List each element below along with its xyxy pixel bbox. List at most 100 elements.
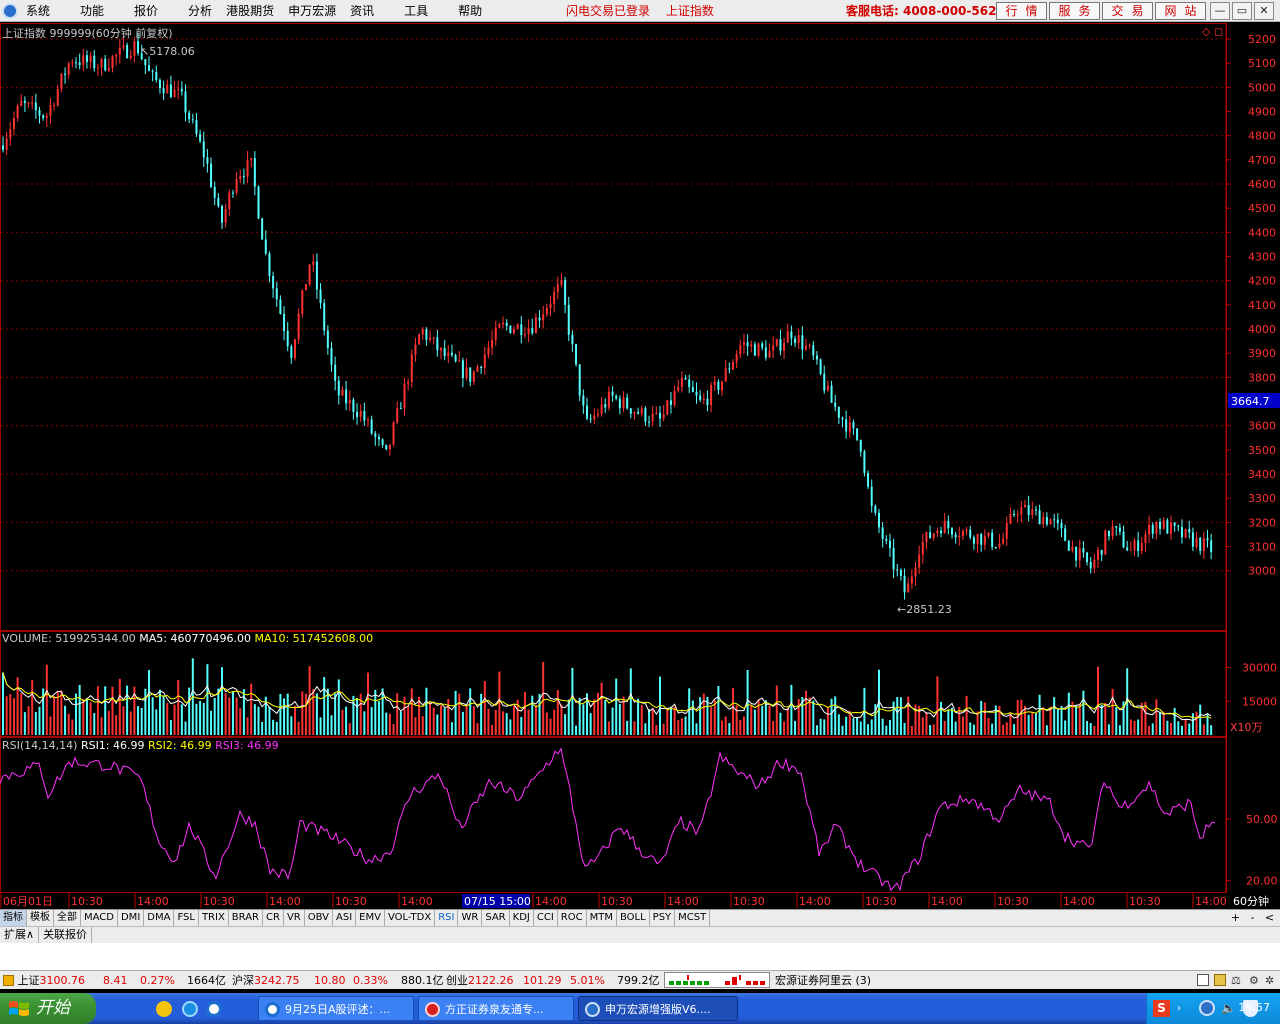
tab-expand[interactable]: 扩展∧	[0, 927, 40, 943]
quicklaunch-qq-icon[interactable]	[156, 1001, 172, 1017]
tray-arrow-icon[interactable]: ›	[1177, 1003, 1181, 1014]
candle-body	[42, 115, 45, 118]
volume-bar	[476, 723, 479, 735]
tab-dma[interactable]: DMA	[144, 910, 175, 926]
volume-bar	[440, 705, 442, 735]
gear-icon[interactable]: ⚙	[1249, 973, 1261, 987]
tab-vr[interactable]: VR	[284, 910, 305, 926]
taskbar-item-shenwan[interactable]: 申万宏源增强版V6....	[578, 996, 738, 1021]
settings-icon[interactable]: ✲	[1265, 973, 1277, 987]
volume-bar	[976, 711, 979, 735]
market-breadth-icon[interactable]	[664, 972, 770, 988]
tab-related-quotes[interactable]: 关联报价	[39, 927, 93, 943]
chart-canvas[interactable]: 5200 5100 5000 4900 4800 4700 4600 4500 4400 4300…	[0, 23, 1280, 893]
tab-sar[interactable]: SAR	[482, 910, 510, 926]
status-hs[interactable]: 沪深3242.75	[232, 973, 300, 988]
candle-body	[899, 570, 902, 576]
volume-bar	[228, 697, 231, 735]
chart-area[interactable]: 5200 5100 5000 4900 4800 4700 4600 4500 4400 4300…	[0, 23, 1280, 893]
candle-body	[1060, 523, 1063, 529]
tab-vol-tdx[interactable]: VOL-TDX	[385, 910, 436, 926]
sogou-icon[interactable]: S	[1153, 1000, 1170, 1017]
tab-boll[interactable]: BOLL	[617, 910, 650, 926]
volume-bar	[173, 704, 176, 735]
status-cy[interactable]: 创业2122.26	[446, 973, 514, 988]
volume-bar	[275, 721, 278, 735]
restore-icon[interactable]: ▭	[1232, 2, 1252, 20]
tab-cr[interactable]: CR	[263, 910, 284, 926]
tab-emv[interactable]: EMV	[356, 910, 385, 926]
tab-macd[interactable]: MACD	[81, 910, 118, 926]
main-chart-title: 上证指数 999999(60分钟 前复权)	[2, 25, 173, 41]
scale-icon[interactable]: ⚖	[1231, 973, 1243, 987]
menu-analysis[interactable]: 分析	[188, 0, 212, 22]
tab-cci[interactable]: CCI	[534, 910, 558, 926]
menu-function[interactable]: 功能	[80, 0, 104, 22]
candle-body	[845, 419, 848, 432]
tab-obv[interactable]: OBV	[305, 910, 333, 926]
tab-asi[interactable]: ASI	[333, 910, 357, 926]
menu-quote[interactable]: 报价	[134, 0, 158, 22]
scroll-left-icon[interactable]: <	[1262, 910, 1277, 926]
menu-news[interactable]: 资讯	[350, 0, 374, 22]
trade-button[interactable]: 交易	[1102, 2, 1153, 20]
volume-bar	[626, 720, 629, 735]
volume-bar	[242, 689, 245, 735]
menu-hk-futures[interactable]: 港股期货	[226, 0, 274, 22]
taskbar-item-browser[interactable]: 9月25日A股评述：...	[258, 996, 414, 1021]
zoom-out-icon[interactable]: -	[1245, 910, 1260, 926]
tab-trix[interactable]: TRIX	[199, 910, 229, 926]
candle-body	[275, 288, 278, 300]
menu-help[interactable]: 帮助	[458, 0, 482, 22]
taskbar-item-fangzheng[interactable]: 方正证券泉友通专...	[418, 996, 574, 1021]
candle-body	[936, 530, 939, 534]
flash-trade-status[interactable]: 闪电交易已登录	[566, 4, 650, 18]
volume-bar	[1129, 719, 1132, 735]
volume-icon[interactable]: 🔈	[1221, 1001, 1236, 1015]
candle-body	[823, 373, 826, 391]
candle-body	[801, 335, 804, 350]
price-axis-label: 3500	[1248, 444, 1276, 457]
tab-mtm[interactable]: MTM	[587, 910, 617, 926]
candle-body	[129, 55, 132, 59]
volume-bar	[629, 668, 632, 735]
quicklaunch-browser-icon[interactable]	[206, 1001, 222, 1017]
minimize-icon[interactable]: —	[1210, 2, 1230, 20]
tab-kdj[interactable]: KDJ	[510, 910, 534, 926]
market-button[interactable]: 行情	[996, 2, 1047, 20]
menu-tools[interactable]: 工具	[404, 0, 428, 22]
main-panel-border	[0, 23, 1227, 631]
server-name[interactable]: 宏源证券阿里云 (3)	[775, 973, 871, 988]
tray-app-icon[interactable]	[1199, 1000, 1215, 1016]
start-button[interactable]: 开始	[0, 993, 96, 1024]
menu-swhy[interactable]: 申万宏源	[288, 0, 336, 22]
tab-mcst[interactable]: MCST	[675, 910, 711, 926]
quicklaunch-ie-icon[interactable]	[182, 1001, 198, 1017]
candle-body	[994, 546, 997, 548]
tab-all[interactable]: 全部	[54, 910, 81, 926]
tab-brar[interactable]: BRAR	[229, 910, 263, 926]
status-sh[interactable]: 上证3100.76	[3, 973, 85, 988]
candle-body	[1107, 530, 1110, 537]
window-controls: — ▭ ✕	[1210, 2, 1276, 20]
price-axis-label: 3200	[1248, 516, 1276, 529]
tab-fsl[interactable]: FSL	[174, 910, 199, 926]
tab-dmi[interactable]: DMI	[118, 910, 145, 926]
chart-marker-icons[interactable]: ◇ ◻	[1202, 25, 1223, 38]
status-menu-icon[interactable]	[3, 975, 14, 986]
volume-bar	[111, 686, 114, 735]
website-button[interactable]: 网站	[1155, 2, 1206, 20]
tab-indicator[interactable]: 指标	[0, 910, 27, 926]
tab-template[interactable]: 模板	[27, 910, 54, 926]
menu-system[interactable]: 系统	[26, 0, 50, 22]
tab-rsi[interactable]: RSI	[435, 910, 459, 926]
window-toggle-icon[interactable]	[1197, 974, 1209, 986]
candle-body	[12, 118, 15, 130]
message-icon[interactable]	[1214, 974, 1226, 986]
close-icon[interactable]: ✕	[1254, 2, 1274, 20]
service-button[interactable]: 服务	[1049, 2, 1100, 20]
tab-roc[interactable]: ROC	[558, 910, 587, 926]
zoom-in-icon[interactable]: +	[1228, 910, 1243, 926]
tab-wr[interactable]: WR	[458, 910, 483, 926]
tab-psy[interactable]: PSY	[650, 910, 676, 926]
